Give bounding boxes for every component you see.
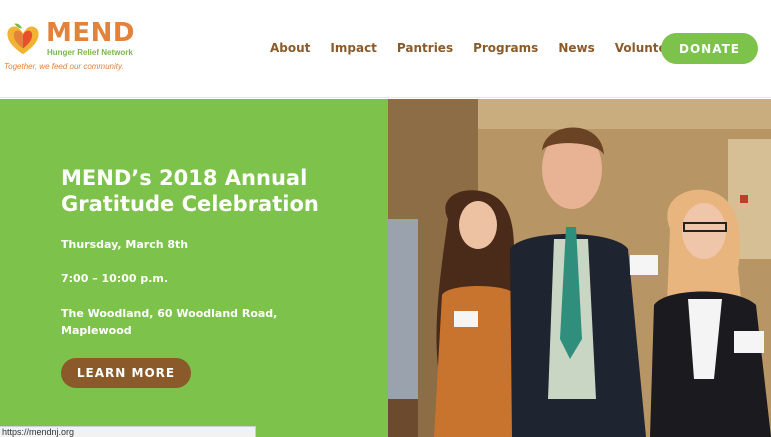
donate-button[interactable]: DONATE	[661, 33, 758, 64]
logo-subtitle: Hunger Relief Network	[47, 48, 133, 57]
event-location: The Woodland, 60 Woodland Road, Maplewoo…	[61, 307, 278, 337]
nav-item-impact[interactable]: Impact	[330, 41, 377, 55]
event-photo	[388, 99, 771, 437]
event-date: Thursday, March 8th	[61, 238, 189, 251]
learn-more-button[interactable]: LEARN MORE	[61, 358, 191, 388]
nav-item-about[interactable]: About	[270, 41, 310, 55]
heart-logo-icon	[7, 23, 39, 55]
nav-item-news[interactable]: News	[558, 41, 594, 55]
status-bar-url: https://mendnj.org	[0, 426, 256, 437]
site-header: MEND Hunger Relief Network Together, we …	[0, 0, 771, 98]
logo-tagline: Together, we feed our community.	[4, 62, 124, 71]
nav-item-programs[interactable]: Programs	[473, 41, 538, 55]
event-time: 7:00 – 10:00 p.m.	[61, 272, 169, 285]
hero-panel: MEND’s 2018 Annual Gratitude Celebration…	[0, 99, 388, 437]
event-photo-illustration	[388, 99, 771, 437]
main-nav: About Impact Pantries Programs News Volu…	[270, 41, 701, 55]
site-logo[interactable]: MEND Hunger Relief Network Together, we …	[4, 18, 154, 74]
hero-title: MEND’s 2018 Annual Gratitude Celebration	[61, 166, 319, 216]
logo-wordmark: MEND	[46, 18, 135, 48]
nav-item-pantries[interactable]: Pantries	[397, 41, 453, 55]
